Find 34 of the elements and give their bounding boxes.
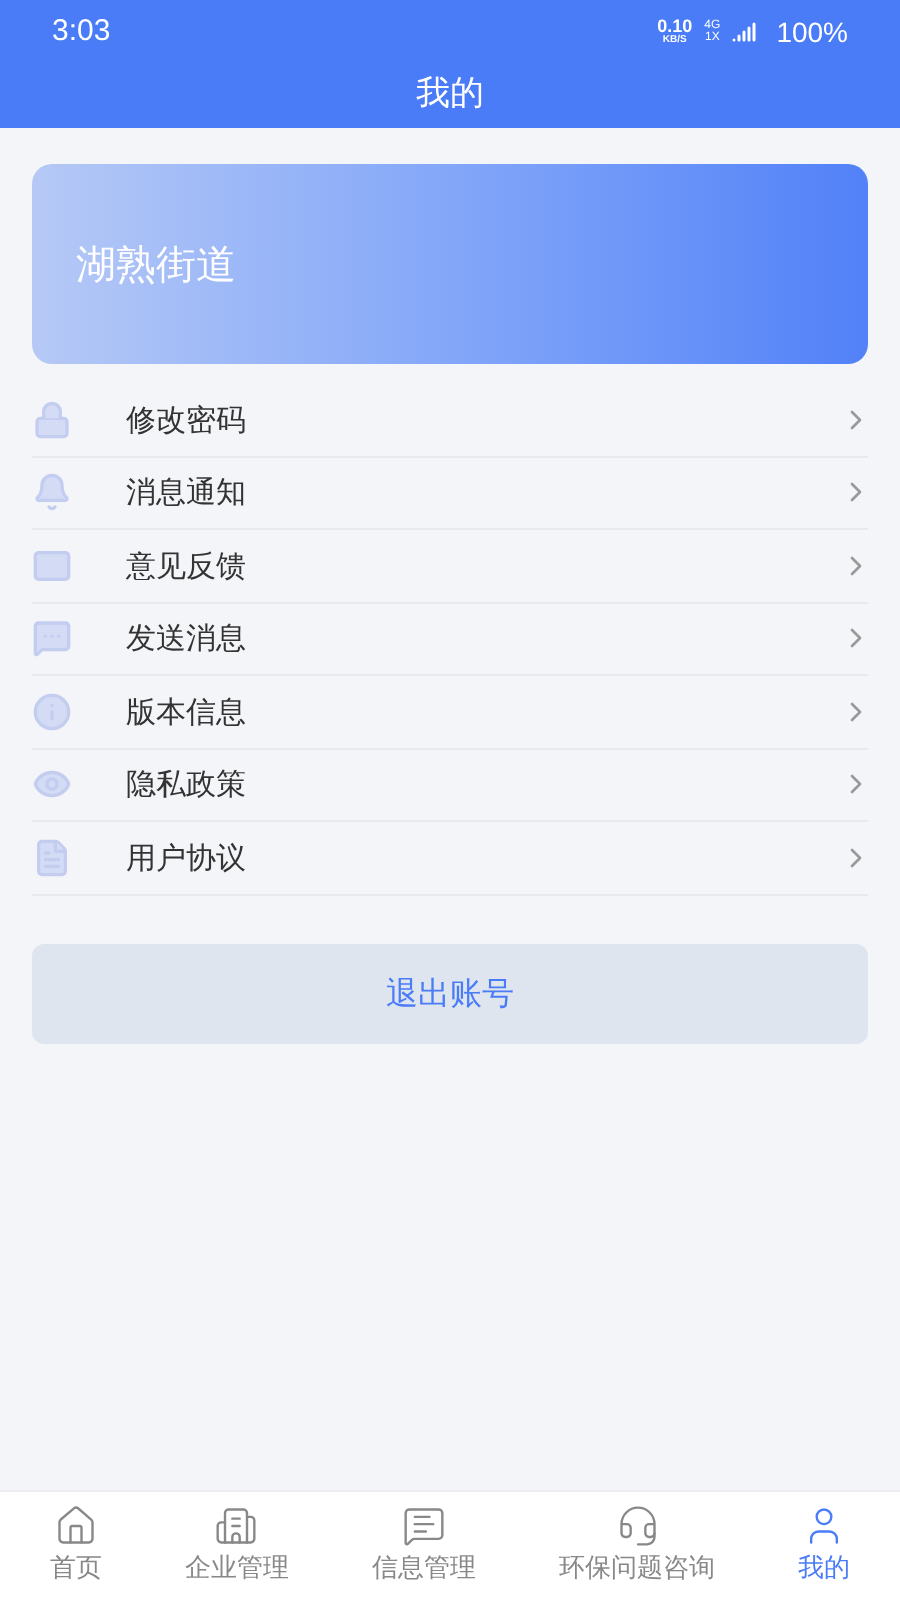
menu-item[interactable]: 用户协议 [32,822,868,895]
battery-level: 100% [776,13,848,51]
tab-item[interactable]: 环保问题咨询 [559,1503,716,1589]
tab-item[interactable]: 首页 [49,1503,102,1589]
menu-label: 发送消息 [126,618,248,660]
page-title: 我的 [416,72,484,119]
lock-icon [32,399,72,440]
headset-icon [615,1503,660,1548]
message-icon [401,1503,446,1548]
menu-label: 消息通知 [126,472,248,514]
building-icon [214,1503,259,1548]
tab-item[interactable]: 企业管理 [184,1503,289,1589]
menu-item[interactable]: 发送消息 [32,603,868,676]
tab-item[interactable]: 我的 [798,1503,851,1589]
menu-label: 版本信息 [126,691,248,733]
menu-item[interactable]: 修改密码 [32,384,868,457]
signal-icon [732,20,757,44]
user-name: 湖熟街道 [76,238,236,292]
house-icon [53,1503,98,1548]
bell-icon [32,472,72,513]
menu-item[interactable]: 消息通知 [32,457,868,530]
menu-item[interactable]: 意见反馈 [32,530,868,603]
menu-label: 修改密码 [126,399,248,441]
info-icon [32,691,72,732]
menu-label: 意见反馈 [126,545,248,587]
menu-label: 用户协议 [126,837,248,879]
clock: 3:03 [52,11,111,52]
chat-bubble-icon [32,618,72,659]
menu-item[interactable]: 版本信息 [32,676,868,749]
document-icon [32,837,72,878]
menu-label: 隐私政策 [126,764,248,806]
menu-item[interactable]: 隐私政策 [32,749,868,822]
network-speed: 0.10 [657,18,693,36]
tab-item[interactable]: 信息管理 [371,1503,476,1589]
